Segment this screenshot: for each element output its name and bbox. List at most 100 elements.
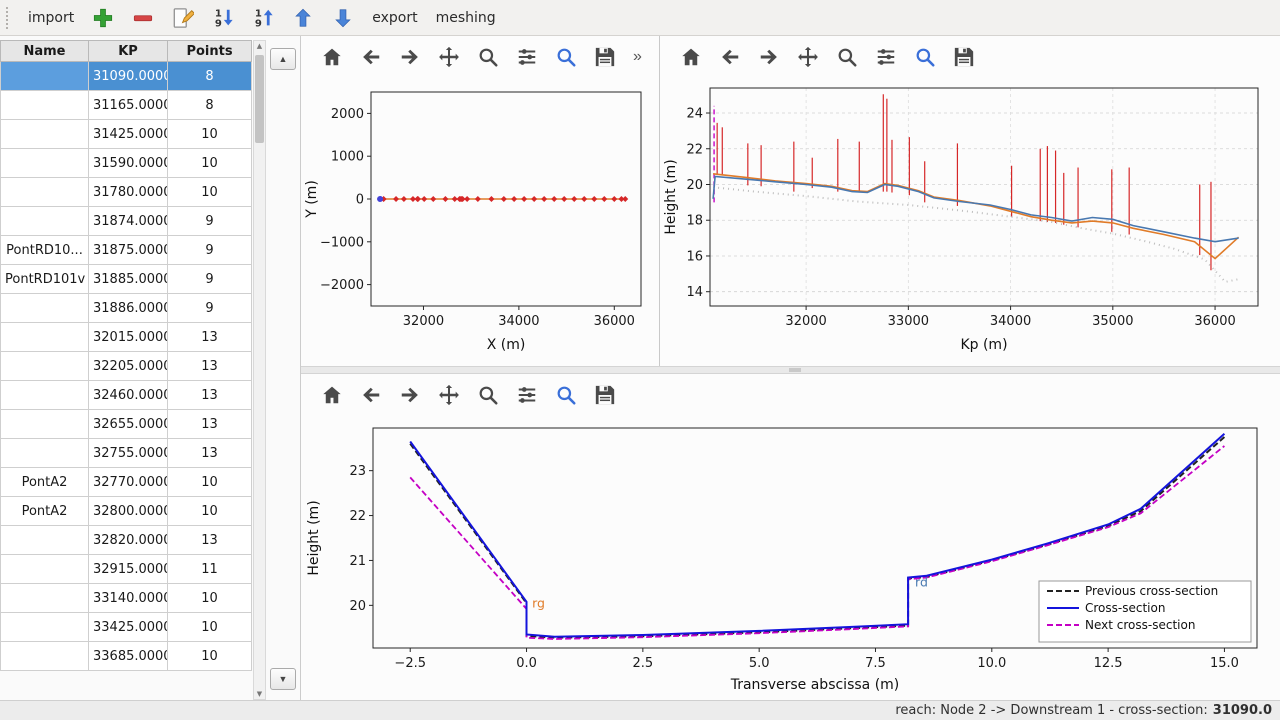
profile-toolbar	[660, 36, 1280, 78]
table-row[interactable]: PontRD10...31875.00009	[1, 236, 252, 265]
save-figure-button[interactable]	[590, 380, 620, 410]
cell-points: 13	[168, 352, 252, 381]
save-figure-button[interactable]	[590, 42, 620, 72]
cell-name	[1, 555, 89, 584]
cell-points: 8	[168, 91, 252, 120]
forward-button[interactable]	[395, 42, 425, 72]
customize-button[interactable]	[910, 42, 940, 72]
next-row-button[interactable]: ▼	[270, 668, 296, 690]
meshing-button[interactable]: meshing	[428, 4, 504, 32]
cross-section-chart[interactable]: −2.50.02.55.07.510.012.515.020212223Tran…	[303, 416, 1271, 698]
save-figure-button[interactable]	[949, 42, 979, 72]
import-button[interactable]: import	[20, 4, 82, 32]
table-row[interactable]: 33425.000010	[1, 613, 252, 642]
splitter-handle[interactable]	[789, 368, 801, 372]
cell-kp: 32820.0000	[89, 526, 168, 555]
scrollbar-thumb[interactable]	[255, 55, 264, 143]
svg-text:33000: 33000	[888, 314, 929, 329]
add-cross-section-button[interactable]	[84, 4, 122, 32]
table-row[interactable]: 31590.000010	[1, 149, 252, 178]
svg-text:10.0: 10.0	[977, 656, 1006, 671]
customize-icon	[555, 46, 577, 68]
table-row[interactable]: 32015.000013	[1, 323, 252, 352]
back-button[interactable]	[356, 42, 386, 72]
home-button[interactable]	[317, 42, 347, 72]
table-row[interactable]: 32915.000011	[1, 555, 252, 584]
table-row[interactable]: PontRD101v31885.00009	[1, 265, 252, 294]
table-row[interactable]: 31874.00009	[1, 207, 252, 236]
back-button[interactable]	[715, 42, 745, 72]
cell-name	[1, 178, 89, 207]
table-row[interactable]: 31425.000010	[1, 120, 252, 149]
forward-button[interactable]	[395, 380, 425, 410]
table-row[interactable]: 32755.000013	[1, 439, 252, 468]
pan-icon	[438, 384, 460, 406]
svg-text:20: 20	[686, 178, 703, 193]
subplots-button[interactable]	[512, 42, 542, 72]
column-header-kp[interactable]: KP	[89, 41, 168, 62]
edit-button[interactable]	[164, 4, 202, 32]
subplots-icon	[516, 384, 538, 406]
svg-text:Transverse abscissa (m): Transverse abscissa (m)	[730, 677, 900, 693]
column-header-points[interactable]: Points	[168, 41, 252, 62]
cell-name	[1, 410, 89, 439]
move-down-button[interactable]	[324, 4, 362, 32]
table-row[interactable]: 33685.000010	[1, 642, 252, 671]
table-row[interactable]: 31780.000010	[1, 178, 252, 207]
cell-points: 13	[168, 323, 252, 352]
table-row[interactable]: 33140.000010	[1, 584, 252, 613]
cell-name	[1, 62, 89, 91]
table-row[interactable]: 31886.00009	[1, 294, 252, 323]
scrollbar-up-icon[interactable]: ▲	[254, 41, 265, 51]
export-button[interactable]: export	[364, 4, 425, 32]
pan-button[interactable]	[434, 380, 464, 410]
zoom-button[interactable]	[832, 42, 862, 72]
plan-chart[interactable]: 320003400036000−2000−1000010002000X (m)Y…	[301, 78, 653, 358]
move-up-button[interactable]	[284, 4, 322, 32]
toolbar-overflow-button[interactable]: »	[633, 48, 642, 66]
cell-kp: 32460.0000	[89, 381, 168, 410]
pan-button[interactable]	[434, 42, 464, 72]
svg-text:22: 22	[349, 509, 366, 524]
home-button[interactable]	[676, 42, 706, 72]
zoom-button[interactable]	[473, 42, 503, 72]
scrollbar-down-icon[interactable]: ▼	[254, 689, 265, 699]
table-row[interactable]: 31165.00008	[1, 91, 252, 120]
cell-points: 10	[168, 178, 252, 207]
cell-name: PontA2	[1, 497, 89, 526]
sort-ascending-button[interactable]	[244, 4, 282, 32]
table-row[interactable]: 32205.000013	[1, 352, 252, 381]
zoom-button[interactable]	[473, 380, 503, 410]
table-row[interactable]: 32460.000013	[1, 381, 252, 410]
table-row[interactable]: PontA232770.000010	[1, 468, 252, 497]
table-row[interactable]: PontA232800.000010	[1, 497, 252, 526]
table-row[interactable]: 32655.000013	[1, 410, 252, 439]
previous-row-button[interactable]: ▲	[270, 48, 296, 70]
down-arrow-icon	[332, 7, 354, 29]
svg-text:7.5: 7.5	[865, 656, 886, 671]
cell-kp: 33425.0000	[89, 613, 168, 642]
horizontal-splitter[interactable]	[301, 366, 1280, 374]
remove-cross-section-button[interactable]	[124, 4, 162, 32]
pan-button[interactable]	[793, 42, 823, 72]
table-scrollbar[interactable]: ▲ ▼	[253, 40, 266, 700]
customize-button[interactable]	[551, 380, 581, 410]
table-row[interactable]: 31090.00008	[1, 62, 252, 91]
zoom-icon	[477, 46, 499, 68]
subplots-button[interactable]	[512, 380, 542, 410]
back-button[interactable]	[356, 380, 386, 410]
zoom-icon	[836, 46, 858, 68]
sort-descending-button[interactable]	[204, 4, 242, 32]
cell-kp: 33140.0000	[89, 584, 168, 613]
forward-icon	[399, 384, 421, 406]
subplots-button[interactable]	[871, 42, 901, 72]
forward-button[interactable]	[754, 42, 784, 72]
cell-points: 10	[168, 584, 252, 613]
svg-text:36000: 36000	[594, 314, 635, 329]
customize-button[interactable]	[551, 42, 581, 72]
profile-chart[interactable]: 3200033000340003500036000141618202224Kp …	[660, 78, 1272, 358]
table-row[interactable]: 32820.000013	[1, 526, 252, 555]
column-header-name[interactable]: Name	[1, 41, 89, 62]
cell-name	[1, 584, 89, 613]
home-button[interactable]	[317, 380, 347, 410]
